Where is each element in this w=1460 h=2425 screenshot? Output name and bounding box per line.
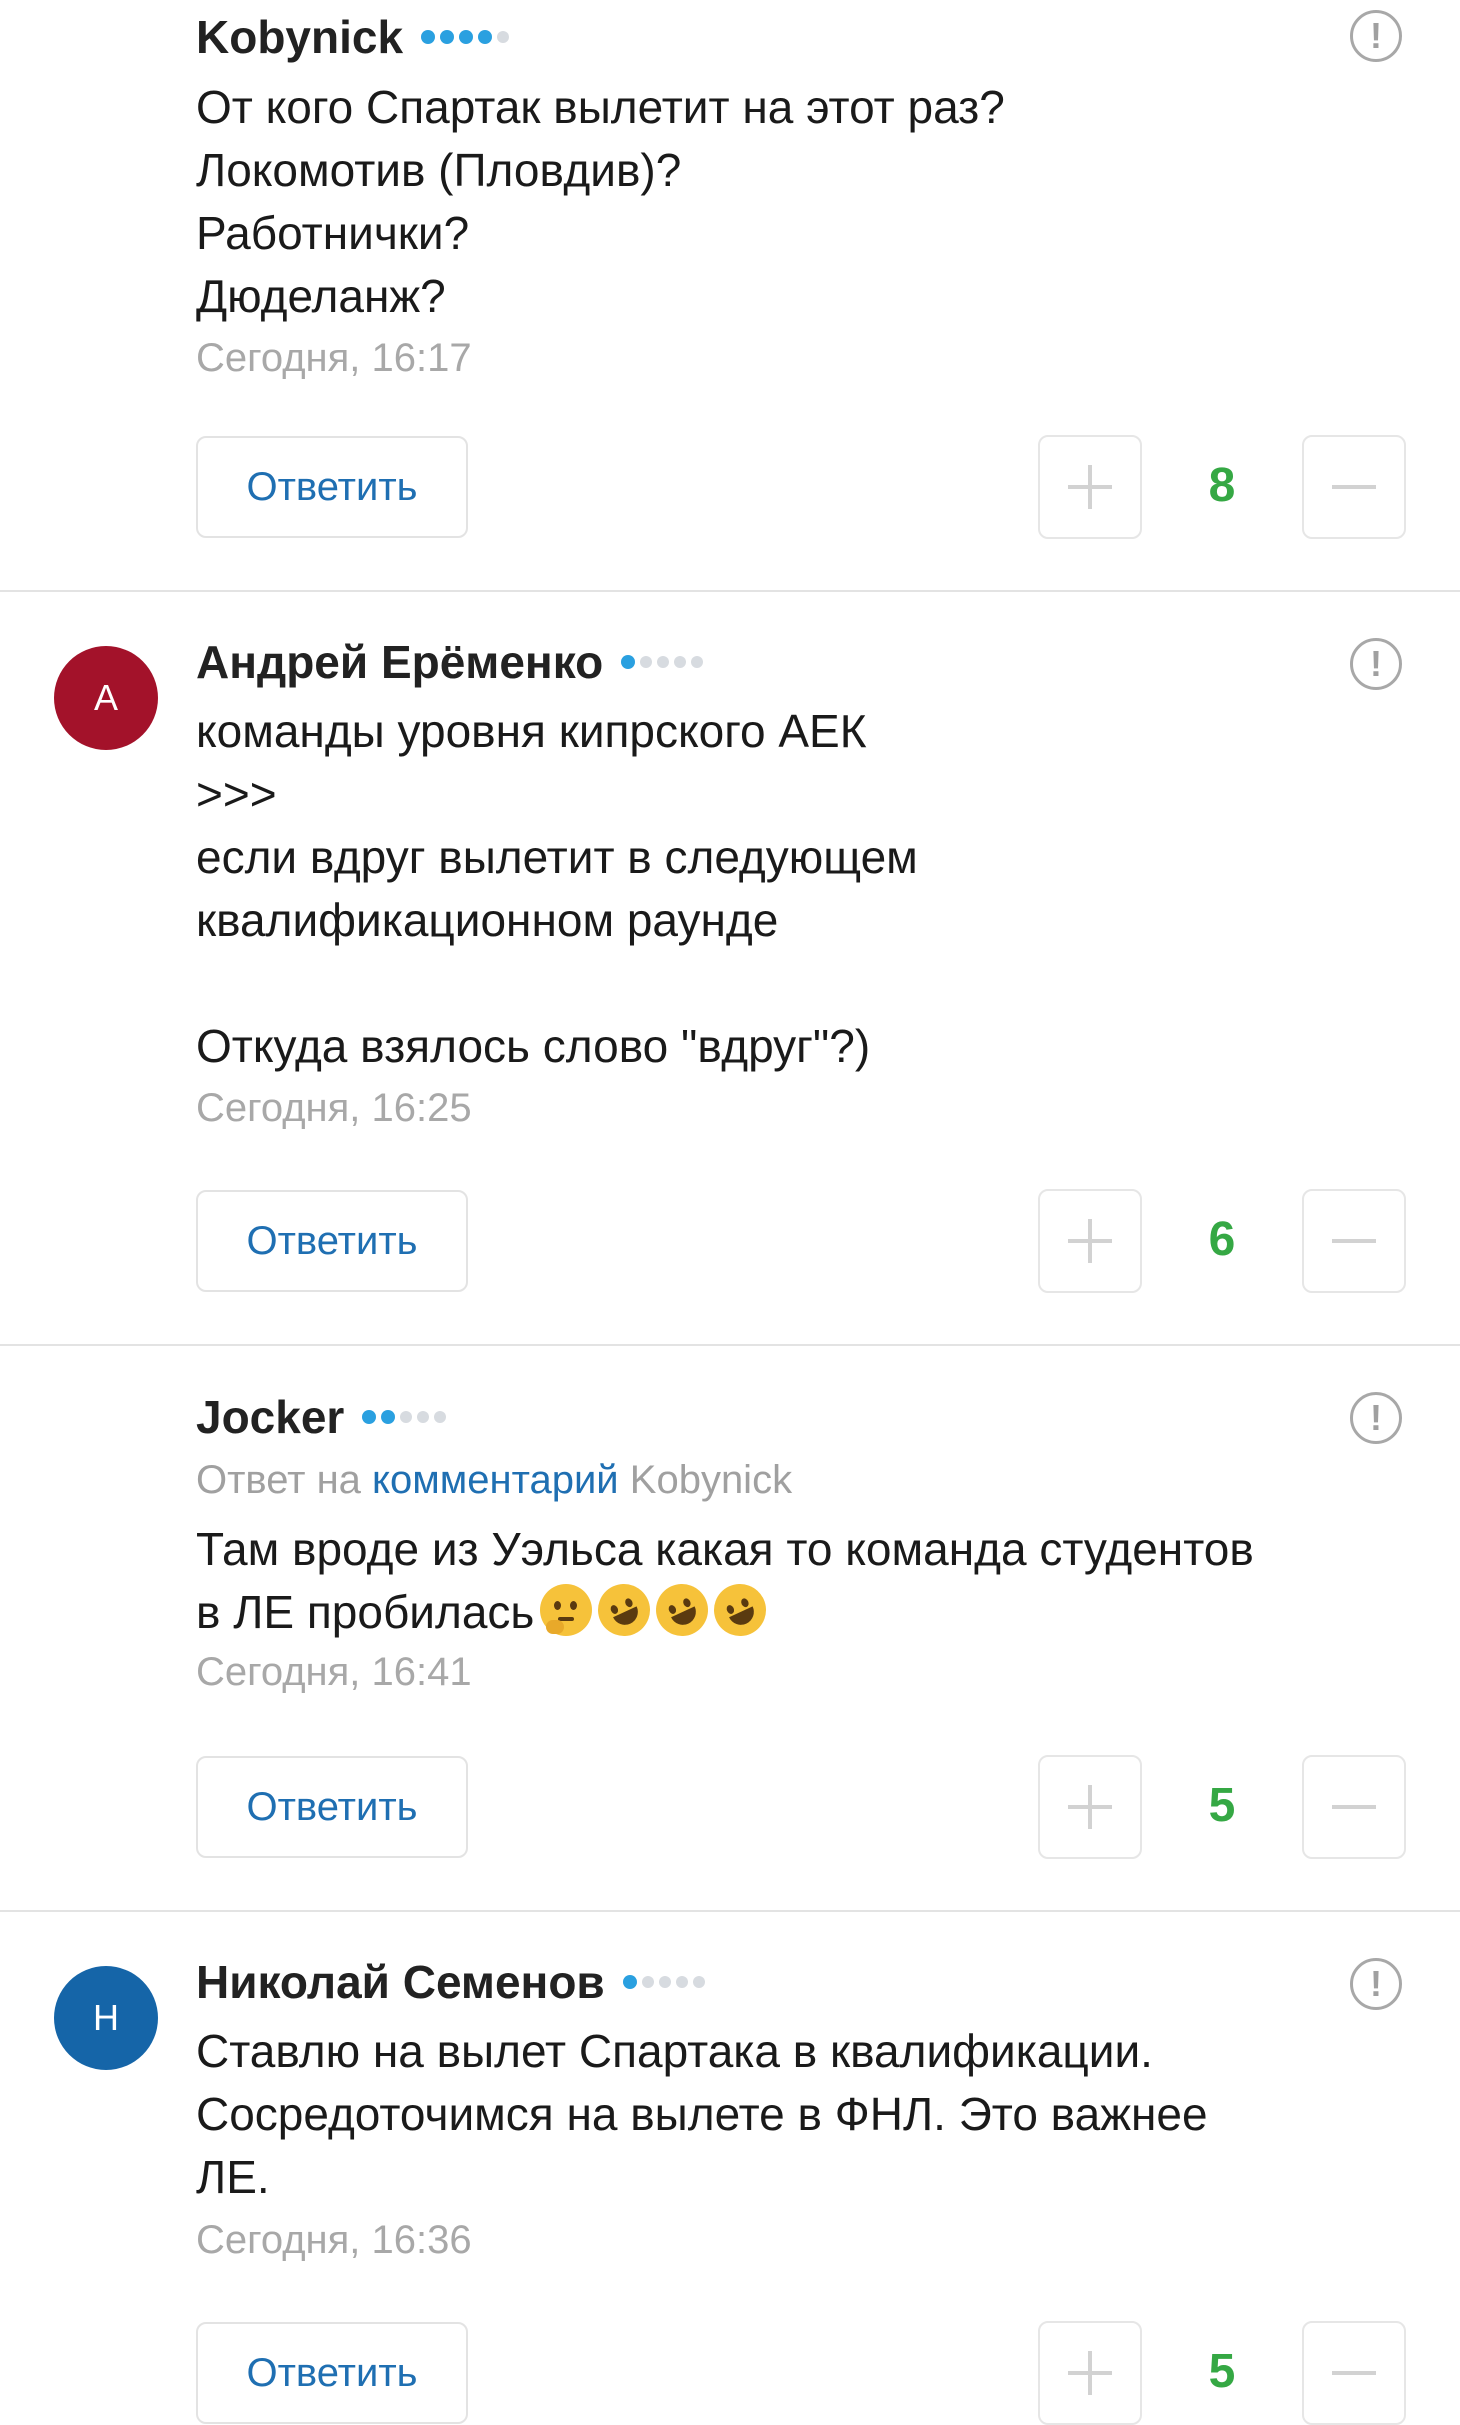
rank-dot — [691, 656, 704, 668]
author-name[interactable]: Андрей Ерёменко — [196, 635, 603, 689]
reply-to-user: Kobynick — [629, 1458, 793, 1502]
author-name[interactable]: Jocker — [196, 1390, 344, 1444]
author-row: Андрей Ерёменко — [196, 635, 708, 689]
rank-dots — [421, 30, 514, 44]
plus-icon — [1068, 1219, 1112, 1263]
rank-dot — [417, 1411, 430, 1423]
rank-dot — [381, 1410, 396, 1424]
rank-dot — [434, 1411, 447, 1423]
rank-dot — [478, 30, 493, 44]
rank-dot — [657, 656, 670, 668]
downvote-button[interactable] — [1302, 435, 1406, 539]
score: 5 — [1208, 1779, 1236, 1832]
rank-dot — [400, 1411, 413, 1423]
rank-dots — [622, 1975, 710, 1989]
comment: Н Николай Семенов ! Ставлю на вылет Спар… — [0, 1912, 1460, 2425]
author-row: Николай Семенов — [196, 1955, 710, 2009]
rank-dot — [674, 656, 687, 668]
plus-icon — [1068, 2351, 1112, 2395]
minus-icon — [1332, 1805, 1376, 1809]
upvote-button[interactable] — [1038, 435, 1142, 539]
rank-dot — [459, 30, 474, 44]
upvote-button[interactable] — [1038, 1189, 1142, 1293]
rank-dot — [692, 1976, 705, 1988]
upvote-button[interactable] — [1038, 2321, 1142, 2425]
rank-dot — [421, 30, 436, 44]
avatar[interactable]: Н — [54, 1966, 158, 2070]
rank-dot — [440, 30, 455, 44]
rank-dots — [621, 655, 708, 669]
report-icon[interactable]: ! — [1350, 1392, 1402, 1444]
report-icon[interactable]: ! — [1350, 638, 1402, 690]
report-icon[interactable]: ! — [1350, 1958, 1402, 2010]
author-row: Jocker — [196, 1390, 451, 1444]
reply-to-link[interactable]: комментарий — [372, 1458, 619, 1502]
comment-time: Сегодня, 16:25 — [196, 1086, 472, 1130]
comment-time: Сегодня, 16:36 — [196, 2218, 472, 2262]
score: 5 — [1208, 2345, 1236, 2398]
plus-icon — [1068, 465, 1112, 509]
thinking-face-emoji — [540, 1584, 593, 1636]
author-name[interactable]: Kobynick — [196, 10, 403, 64]
rank-dot — [497, 31, 510, 43]
rank-dot — [622, 1975, 637, 1989]
downvote-button[interactable] — [1302, 2321, 1406, 2425]
minus-icon — [1332, 485, 1376, 489]
comment-text: От кого Спартак вылетит на этот раз? Лок… — [196, 81, 1005, 322]
rank-dot — [675, 1976, 688, 1988]
comment-time: Сегодня, 16:17 — [196, 336, 472, 380]
author-row: Kobynick — [196, 10, 514, 64]
comment-text: Ставлю на вылет Спартака в квалификации.… — [196, 2025, 1208, 2203]
reply-to-prefix: Ответ на — [196, 1458, 361, 1502]
avatar[interactable]: А — [54, 646, 158, 750]
reply-to-line: Ответ на комментарий Kobynick — [196, 1458, 792, 1503]
plus-icon — [1068, 1785, 1112, 1829]
comment-text: Там вроде из Уэльса какая то команда сту… — [196, 1518, 1396, 1645]
author-name[interactable]: Николай Семенов — [196, 1955, 605, 2009]
rofl-emoji — [589, 1575, 659, 1645]
rofl-emoji — [705, 1575, 775, 1645]
comment: А Андрей Ерёменко ! команды уровня кипрс… — [0, 592, 1460, 1344]
downvote-button[interactable] — [1302, 1755, 1406, 1859]
rank-dot — [362, 1410, 377, 1424]
reply-button[interactable]: Ответить — [196, 1190, 468, 1292]
downvote-button[interactable] — [1302, 1189, 1406, 1293]
rank-dot — [621, 655, 636, 669]
score: 6 — [1208, 1213, 1236, 1266]
rank-dot — [641, 1976, 654, 1988]
minus-icon — [1332, 1239, 1376, 1243]
score: 8 — [1208, 459, 1236, 512]
comment-text: команды уровня кипрского АЕК >>> если вд… — [196, 705, 918, 1072]
rank-dot — [640, 656, 653, 668]
comment: Jocker ! Ответ на комментарий Kobynick Т… — [0, 1346, 1460, 1910]
rank-dots — [362, 1410, 451, 1424]
reply-button[interactable]: Ответить — [196, 1756, 468, 1858]
reply-button[interactable]: Ответить — [196, 2322, 468, 2424]
upvote-button[interactable] — [1038, 1755, 1142, 1859]
report-icon[interactable]: ! — [1350, 10, 1402, 62]
minus-icon — [1332, 2371, 1376, 2375]
comment-time: Сегодня, 16:41 — [196, 1650, 472, 1694]
comment: Kobynick ! От кого Спартак вылетит на эт… — [0, 0, 1460, 590]
rank-dot — [658, 1976, 671, 1988]
reply-button[interactable]: Ответить — [196, 436, 468, 538]
rofl-emoji — [647, 1575, 717, 1645]
